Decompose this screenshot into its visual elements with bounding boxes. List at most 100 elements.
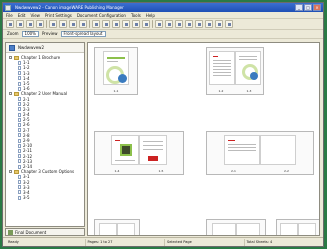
text-line — [213, 63, 231, 64]
app-icon — [5, 4, 11, 11]
page-icon — [18, 107, 21, 112]
preview-label: Preview — [41, 31, 58, 36]
menu-bar: File Edit View Print Settings Document C… — [3, 12, 323, 19]
app-window: Nwdwwvew2 - Canon imageWARE Publishing M… — [2, 2, 324, 247]
menu-tools[interactable]: Tools — [131, 12, 141, 18]
cover-icon[interactable] — [175, 20, 183, 28]
page-icon — [18, 159, 21, 164]
tree-root[interactable]: Nwdwwvew2 — [6, 43, 84, 53]
page-thumbnail[interactable]: 1-4 1-5 — [94, 131, 184, 175]
page-preview-area: 1-1 1-2 1-3 1-4 1-5 2-1 2-2 — [87, 42, 320, 236]
thumbnail-caption: 1-4 — [114, 169, 120, 173]
expand-toggle-icon[interactable] — [9, 170, 12, 174]
stapling-icon[interactable] — [165, 20, 173, 28]
tree-page-label: 3-5 — [23, 195, 30, 201]
tab-icon[interactable] — [142, 20, 150, 28]
workspace: Nwdwwvew2 Chapter 1 Brochure 1-1 1-2 1-3 1-4… — [3, 41, 323, 237]
chapter-tree: Chapter 1 Brochure 1-1 1-2 1-3 1-4 1-5 1-6 Chap… — [6, 53, 84, 202]
open-icon[interactable] — [16, 20, 24, 28]
status-selected: Selected Page — [164, 238, 244, 246]
close-button[interactable]: × — [313, 4, 321, 11]
text-line — [213, 75, 231, 76]
new-icon[interactable] — [6, 20, 14, 28]
page-icon — [18, 81, 21, 86]
text-line — [115, 160, 135, 161]
expand-toggle-icon[interactable] — [9, 92, 12, 96]
thumbnail-caption: 2-2 — [284, 169, 289, 173]
save-icon[interactable] — [26, 20, 34, 28]
title-line — [107, 57, 125, 59]
preview-select[interactable]: Front-spread layout — [60, 31, 106, 37]
thumbnail-caption: 1-1 — [113, 89, 119, 93]
page-icon — [18, 154, 21, 159]
page-icon — [18, 76, 21, 81]
desktop-background: Nwdwwvew2 - Canon imageWARE Publishing M… — [0, 0, 327, 249]
page-icon — [18, 123, 21, 128]
rotate-icon[interactable] — [132, 20, 140, 28]
finishing-icon[interactable] — [155, 20, 163, 28]
menu-edit[interactable]: Edit — [18, 12, 26, 18]
cover-page — [103, 51, 129, 85]
text-line — [228, 147, 256, 148]
menu-file[interactable]: File — [6, 12, 13, 18]
page-icon — [18, 164, 21, 169]
binder-icon — [9, 44, 15, 51]
page-icon — [18, 143, 21, 148]
final-document-bar[interactable]: Final Document — [5, 228, 85, 236]
page-thumbnail[interactable] — [276, 219, 319, 235]
properties-icon[interactable] — [215, 20, 223, 28]
page-icon — [18, 86, 21, 91]
copy-icon[interactable] — [59, 20, 67, 28]
menu-document-configuration[interactable]: Document Configuration — [77, 12, 126, 18]
delete-icon[interactable] — [79, 20, 87, 28]
page-icon — [18, 71, 21, 76]
expand-toggle-icon[interactable] — [9, 56, 12, 60]
text-line — [213, 60, 231, 61]
page-thumbnail[interactable]: 2-1 2-2 — [206, 131, 314, 175]
main-toolbar — [3, 19, 323, 30]
text-line — [239, 59, 257, 60]
thumbnail-caption: 2-1 — [231, 169, 236, 173]
minimize-button[interactable]: _ — [295, 4, 303, 11]
toolbar-separator — [89, 20, 90, 28]
preview-icon[interactable] — [185, 20, 193, 28]
tree-page[interactable]: 3-5 — [9, 195, 81, 200]
menu-view[interactable]: View — [30, 12, 40, 18]
text-line — [143, 141, 163, 142]
insert-chapter-icon[interactable] — [102, 20, 110, 28]
split-icon[interactable] — [122, 20, 130, 28]
page-icon — [18, 65, 21, 70]
layout-icon[interactable] — [195, 20, 203, 28]
page-preview — [280, 223, 298, 235]
merge-icon[interactable] — [112, 20, 120, 28]
page-preview — [298, 223, 316, 235]
photo-page — [111, 135, 139, 165]
page-thumbnail[interactable] — [206, 219, 266, 235]
zoom-label: Zoom — [7, 31, 19, 36]
page-thumbnail[interactable] — [94, 219, 140, 235]
page-icon — [18, 60, 21, 65]
paste-icon[interactable] — [69, 20, 77, 28]
page-thumbnail[interactable]: 1-2 1-3 — [206, 47, 264, 95]
photo-circle — [118, 74, 127, 83]
send-icon[interactable] — [205, 20, 213, 28]
title-bar: Nwdwwvew2 - Canon imageWARE Publishing M… — [3, 3, 323, 12]
toolbar-separator — [152, 20, 153, 28]
page-preview — [117, 223, 135, 235]
help-icon[interactable] — [225, 20, 233, 28]
menu-help[interactable]: Help — [146, 12, 155, 18]
insert-page-icon[interactable] — [92, 20, 100, 28]
status-text: Ready — [8, 239, 19, 244]
page-icon — [18, 102, 21, 107]
cut-icon[interactable] — [49, 20, 57, 28]
page-thumbnail[interactable]: 1-1 — [94, 47, 138, 95]
page-icon — [18, 195, 21, 200]
window-title: Nwdwwvew2 - Canon imageWARE Publishing M… — [15, 5, 124, 10]
text-line — [143, 149, 163, 150]
print-icon[interactable] — [36, 20, 44, 28]
text-line — [228, 144, 256, 145]
brand-mark — [228, 140, 235, 141]
menu-print-settings[interactable]: Print Settings — [45, 12, 72, 18]
zoom-select[interactable]: 100% — [21, 31, 39, 37]
maximize-button[interactable]: □ — [304, 4, 312, 11]
